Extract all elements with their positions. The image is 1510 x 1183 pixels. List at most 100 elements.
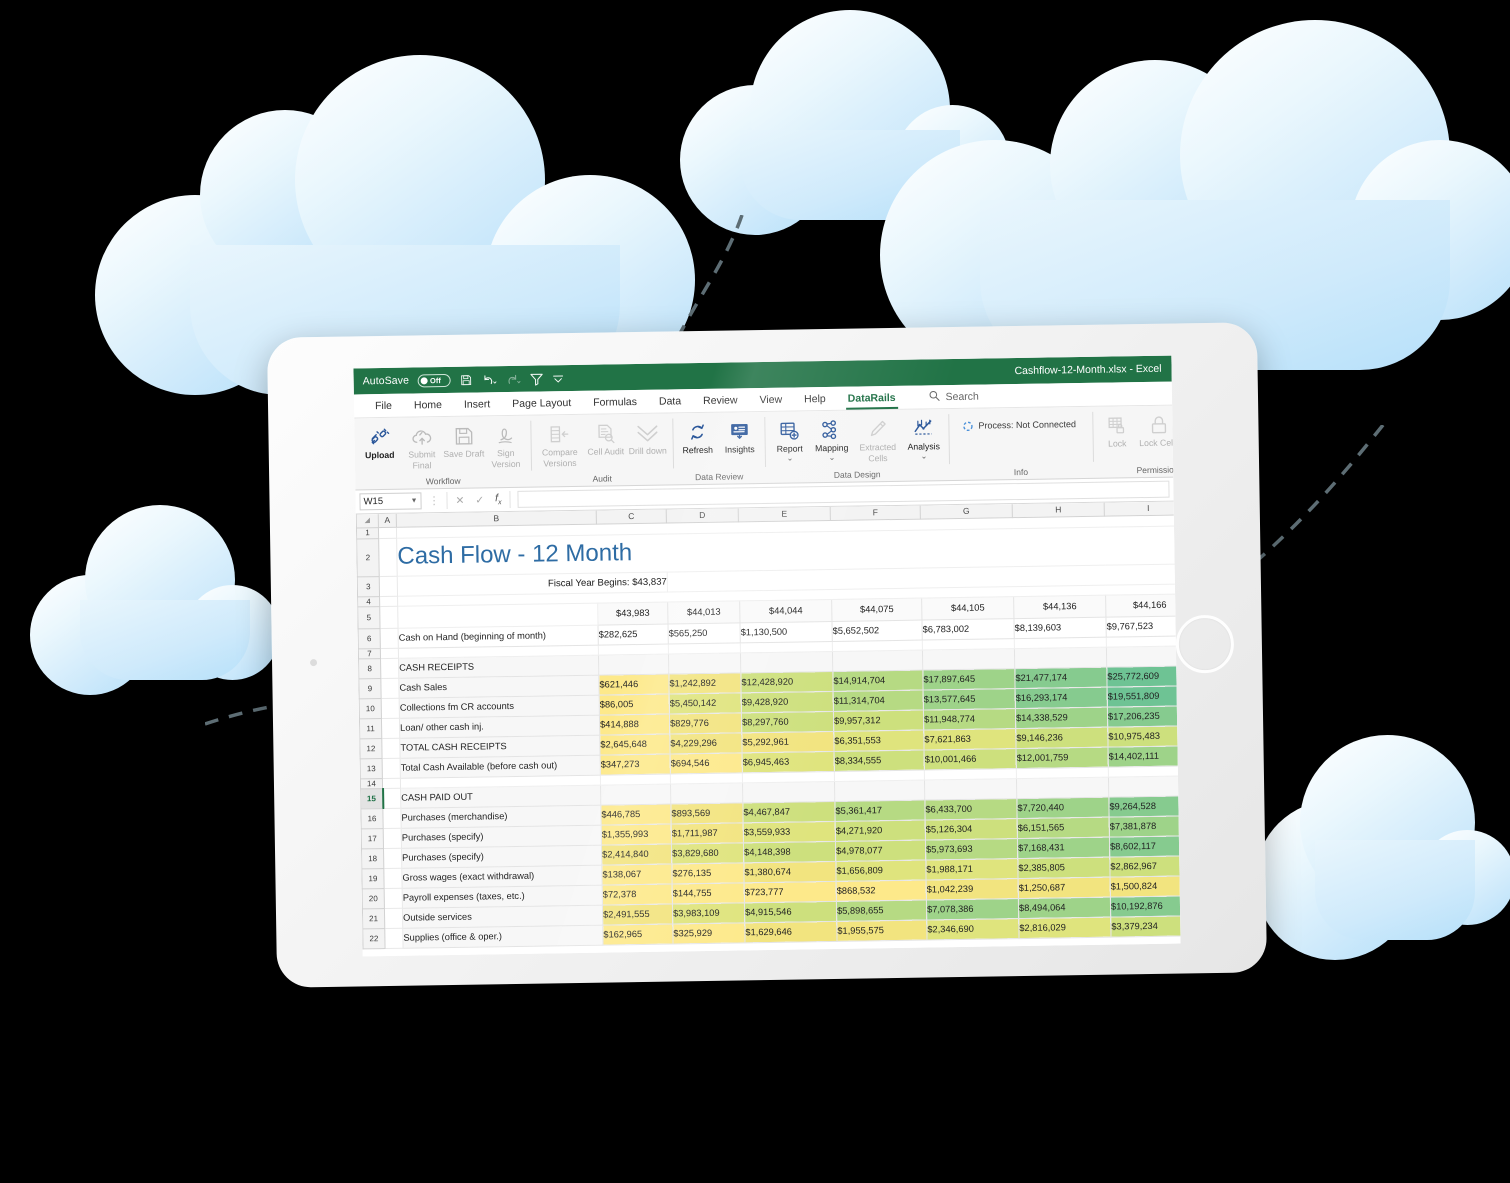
cell-value[interactable]: $723,777	[744, 880, 837, 903]
cell-value[interactable]: $10,975,483	[1107, 725, 1181, 747]
cell-B5[interactable]	[397, 602, 599, 628]
cell-value[interactable]: $7,621,863	[923, 728, 1016, 750]
cell-value[interactable]: $72,378	[602, 883, 673, 905]
period-header-1[interactable]: $43,983	[597, 601, 668, 625]
formula-bar-expand[interactable]: ⋮	[425, 494, 442, 507]
cell-value[interactable]	[740, 650, 833, 673]
cell-value[interactable]: $8,334,555	[834, 749, 925, 771]
cell-value[interactable]	[670, 782, 743, 804]
chevron-down-icon[interactable]: ⌄	[920, 451, 927, 460]
cell-value[interactable]: $829,776	[669, 712, 742, 734]
cell-A21[interactable]	[384, 907, 403, 929]
cell-value[interactable]: $162,965	[602, 923, 674, 945]
cell-A11[interactable]	[381, 717, 400, 739]
cell-value[interactable]: $2,414,840	[601, 843, 672, 865]
row-header-8[interactable]: 8	[358, 658, 381, 679]
cell-value[interactable]	[1106, 645, 1181, 667]
row-header-10[interactable]: 10	[359, 698, 382, 719]
cell-A10[interactable]	[381, 697, 400, 719]
column-header-C[interactable]: C	[596, 509, 667, 524]
row-header-5[interactable]: 5	[357, 606, 381, 629]
cell-value[interactable]: $8,139,603	[1013, 616, 1107, 639]
cell-value[interactable]: $9,767,523	[1105, 615, 1181, 637]
cell-value[interactable]: $1,656,809	[835, 859, 927, 881]
cell-value[interactable]: $4,271,920	[835, 819, 926, 841]
cell-value[interactable]: $11,314,704	[833, 689, 924, 711]
row-label[interactable]: Supplies (office & oper.)	[402, 924, 604, 948]
name-box[interactable]: W15 ▼	[359, 492, 422, 511]
tab-page-layout[interactable]: Page Layout	[501, 390, 582, 415]
cell-value[interactable]: $325,929	[672, 922, 746, 944]
fx-icon[interactable]: fx	[495, 493, 502, 507]
cell-value[interactable]: $1,711,987	[671, 822, 744, 844]
cell-value[interactable]: $14,338,529	[1015, 706, 1108, 729]
autosave-toggle[interactable]: Off	[417, 373, 452, 387]
cell-value[interactable]: $9,146,236	[1015, 726, 1108, 749]
row-header-4[interactable]: 4	[357, 596, 380, 607]
cell-value[interactable]: $2,491,555	[602, 903, 673, 925]
cell-value[interactable]: $2,385,805	[1017, 856, 1111, 879]
cell-value[interactable]: $4,978,077	[835, 839, 926, 861]
save-icon[interactable]	[460, 373, 473, 386]
chevron-down-icon[interactable]: ▼	[411, 497, 418, 504]
close-icon[interactable]: ✕	[455, 494, 464, 506]
cell-value[interactable]: $11,948,774	[923, 708, 1016, 730]
cell-value[interactable]: $2,816,029	[1018, 916, 1111, 939]
cell-value[interactable]	[1108, 775, 1181, 797]
period-header-3[interactable]: $44,044	[739, 598, 832, 623]
cell-value[interactable]: $7,381,878	[1109, 815, 1181, 837]
cell-A8[interactable]	[380, 657, 399, 679]
row-header-21[interactable]: 21	[362, 908, 385, 929]
cell-value[interactable]: $12,428,920	[740, 670, 834, 693]
cell-A2[interactable]	[378, 537, 398, 577]
period-header-2[interactable]: $44,013	[667, 600, 740, 624]
cell-value[interactable]	[598, 653, 669, 675]
cell-value[interactable]: $2,346,690	[926, 918, 1019, 940]
cell-value[interactable]	[1014, 646, 1107, 669]
cell-value[interactable]	[600, 783, 671, 805]
cell-value[interactable]: $5,652,502	[831, 619, 923, 641]
row-header-11[interactable]: 11	[359, 718, 382, 739]
customize-qat-icon[interactable]	[553, 374, 564, 383]
cell-value[interactable]: $4,229,296	[669, 732, 743, 754]
redo-icon[interactable]	[506, 372, 521, 385]
report-button[interactable]: Report ⌄	[768, 415, 811, 462]
cell-value[interactable]: $8,494,064	[1018, 896, 1111, 919]
cell-value[interactable]: $276,135	[671, 862, 745, 884]
cell-value[interactable]: $694,546	[670, 752, 743, 774]
cell-value[interactable]: $5,898,655	[836, 899, 927, 921]
cell-value[interactable]: $6,433,700	[924, 798, 1018, 820]
cell-value[interactable]: $1,130,500	[739, 620, 833, 643]
cell-value[interactable]: $25,772,609	[1106, 665, 1181, 687]
cell-A13[interactable]	[382, 757, 401, 779]
cell-value[interactable]: $282,625	[598, 623, 669, 645]
chevron-down-icon[interactable]: ⌄	[828, 452, 835, 461]
cell-audit-button[interactable]: Cell Audit	[584, 418, 627, 457]
cell-value[interactable]: $5,973,693	[925, 838, 1018, 860]
tab-help[interactable]: Help	[793, 386, 837, 411]
cell-value[interactable]: $5,126,304	[925, 818, 1018, 840]
lock-cells-button[interactable]: Lock Cells	[1138, 409, 1181, 448]
cell-value[interactable]: $7,720,440	[1016, 796, 1110, 819]
chevron-down-icon[interactable]: ⌄	[786, 453, 793, 462]
refresh-button[interactable]: Refresh	[676, 417, 719, 456]
compare-versions-button[interactable]: Compare Versions	[534, 419, 585, 469]
cell-A14[interactable]	[382, 777, 401, 789]
row-header-7[interactable]: 7	[358, 648, 381, 659]
spreadsheet-grid[interactable]: ◢ A B C D E F G H I 1 2 Cash Flow - 12 M…	[355, 501, 1181, 957]
cell-A20[interactable]	[384, 887, 403, 909]
insights-button[interactable]: Insights	[718, 416, 761, 455]
tab-formulas[interactable]: Formulas	[582, 389, 648, 414]
cell-A18[interactable]	[383, 847, 402, 869]
search-box[interactable]: Search	[928, 389, 979, 404]
cell-value[interactable]: $446,785	[600, 803, 672, 825]
cell-A16[interactable]	[382, 807, 402, 829]
row-header-2[interactable]: 2	[356, 538, 380, 577]
cell-value[interactable]: $5,450,142	[669, 692, 742, 714]
cell-value[interactable]: $10,001,466	[924, 748, 1017, 770]
cell-value[interactable]: $1,988,171	[925, 858, 1019, 880]
cell-value[interactable]: $5,361,417	[834, 799, 926, 821]
cell-value[interactable]: $19,551,809	[1107, 685, 1181, 707]
cell-value[interactable]: $17,206,235	[1107, 705, 1181, 727]
cell-value[interactable]: $7,078,386	[926, 898, 1019, 920]
